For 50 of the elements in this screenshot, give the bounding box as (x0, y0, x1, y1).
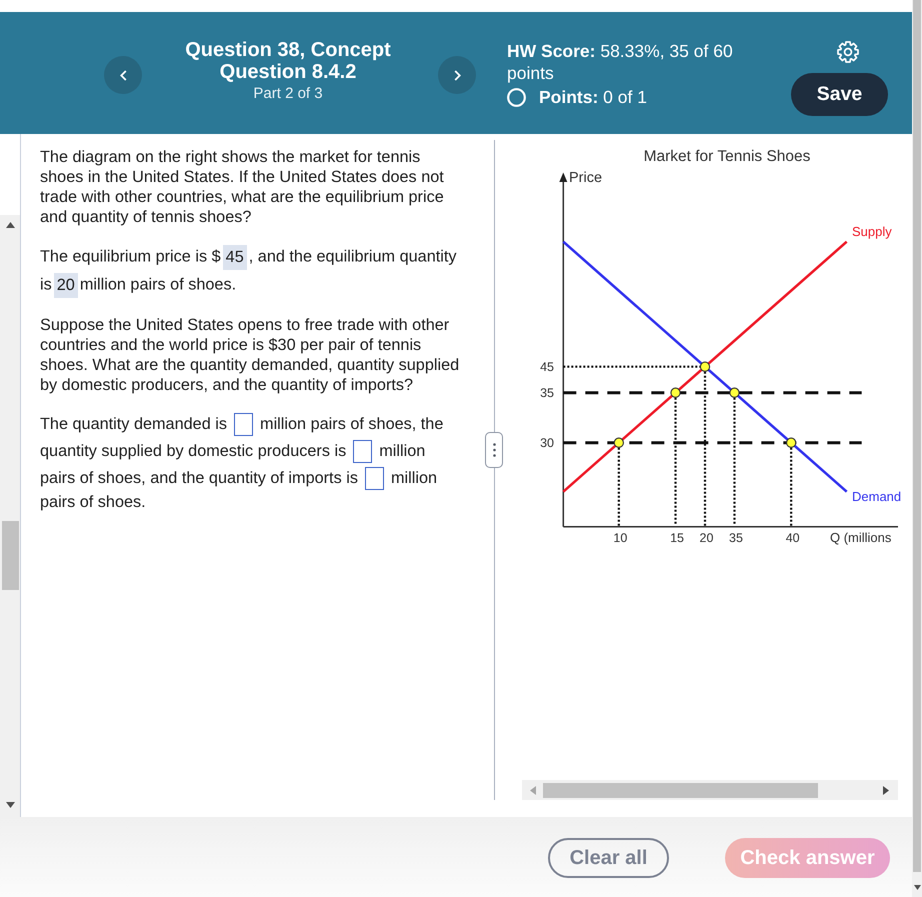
answer-field[interactable]: 45 (222, 244, 247, 270)
quantity-tick-label: 15 (670, 531, 684, 545)
question-text: The quantity demanded is million pairs of shoes, the quantity supplied by domestic producers is million pairs of shoes, and the quantity of imports is million pairs of shoes. (40, 412, 444, 512)
answer-box[interactable] (353, 440, 372, 463)
intersection-point-icon (729, 388, 740, 398)
question-text: Suppose the United States opens to free trade with other countries and the world price is $30 per pair of tennis shoes. What are the quantity demanded, quantity supplied by domestic producers, and the quantity of imports? (40, 315, 460, 395)
curve-label: Supply (852, 224, 892, 239)
settings-icon[interactable] (837, 41, 859, 63)
resize-handle[interactable] (485, 432, 503, 468)
intersection-point-icon (614, 438, 624, 448)
intersection-point-icon (700, 362, 710, 372)
chevron-left-icon (120, 70, 126, 80)
answer-field[interactable]: 20 (54, 272, 78, 298)
chart-title: Market for Tennis Shoes (644, 148, 810, 165)
scrollbar-track[interactable] (522, 780, 898, 800)
quantity-tick-label: 10 (613, 531, 628, 545)
hw-score-text: HW Score: 58.33%, 35 of 60 points (507, 40, 734, 84)
answer-box[interactable] (364, 467, 384, 490)
vertical-dots-icon (492, 443, 496, 457)
intersection-point-icon (786, 438, 796, 448)
answer-box[interactable] (234, 413, 254, 436)
scroll-up-arrow-icon[interactable] (6, 222, 14, 228)
intersection-point-icon (670, 388, 681, 398)
x-axis-label: Q (millions (830, 530, 892, 545)
price-tick-label: 35 (540, 386, 554, 400)
status-circle-icon (507, 88, 526, 106)
quantity-tick-label: 40 (786, 531, 800, 545)
scrollbar-thumb[interactable] (913, 0, 921, 872)
question-text: The diagram on the right shows the market for tennis shoes in the United States. If the United States does not trade with other countries, what are the equilibrium price and quantity of tennis shoes? (40, 147, 445, 227)
clear-all-button[interactable]: Clear all (548, 838, 669, 878)
question-title: Question 38, Concept Question 8.4.2 (184, 39, 392, 83)
price-tick-label: 45 (540, 360, 554, 374)
scroll-down-arrow-icon[interactable] (914, 885, 920, 890)
scrollbar-track[interactable] (0, 215, 20, 817)
scroll-left-arrow-icon[interactable] (530, 786, 536, 794)
scroll-right-arrow-icon[interactable] (883, 786, 889, 794)
scroll-down-arrow-icon[interactable] (6, 802, 14, 808)
y-axis-label: Price (569, 170, 602, 186)
scrollbar-track[interactable] (912, 0, 922, 897)
quantity-tick-label: 35 (729, 531, 743, 545)
question-part-label: Part 2 of 3 (252, 85, 324, 103)
price-tick-label: 30 (540, 436, 554, 450)
points-text: Points: 0 of 1 (539, 86, 647, 108)
curve-label: Demand (852, 489, 902, 504)
scrollbar-thumb[interactable] (2, 521, 18, 590)
question-text: The equilibrium price is $ 45 , and the equilibrium quantity is 20 million pairs of shoes. (40, 243, 461, 299)
quantity-tick-label: 20 (700, 531, 714, 545)
scrollbar-thumb[interactable] (543, 782, 818, 798)
save-button[interactable]: Save (791, 73, 888, 116)
chevron-right-icon (454, 70, 460, 80)
